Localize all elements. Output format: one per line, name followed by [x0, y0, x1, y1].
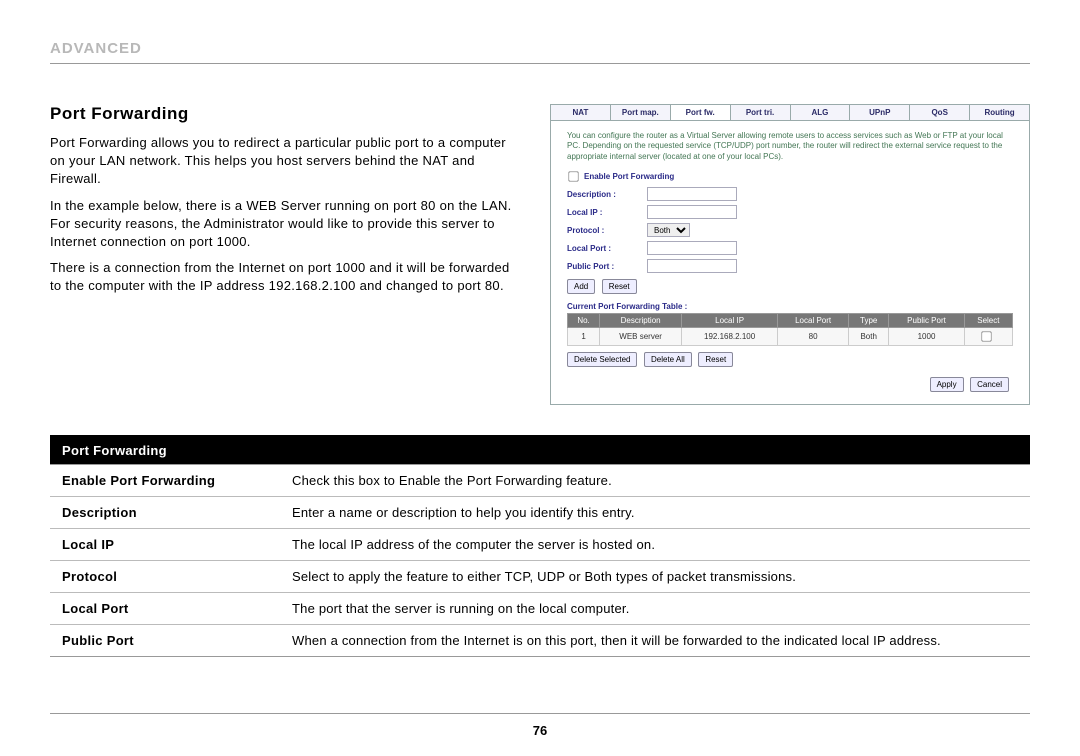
def-key: Public Port	[50, 625, 280, 656]
cell-select	[964, 328, 1012, 346]
def-key: Enable Port Forwarding	[50, 465, 280, 496]
text-column: Port Forwarding Port Forwarding allows y…	[50, 104, 520, 304]
row-select-checkbox[interactable]	[981, 331, 991, 341]
th-select: Select	[964, 314, 1012, 328]
router-intro-text: You can configure the router as a Virtua…	[567, 131, 1013, 162]
table-header-row: No. Description Local IP Local Port Type…	[568, 314, 1013, 328]
cell-local-port: 80	[778, 328, 849, 346]
delete-all-button[interactable]: Delete All	[644, 352, 692, 367]
row-description: Description :	[567, 187, 1013, 201]
content-columns: Port Forwarding Port Forwarding allows y…	[50, 104, 1030, 405]
router-tabs: NAT Port map. Port fw. Port tri. ALG UPn…	[551, 105, 1029, 121]
tab-qos[interactable]: QoS	[910, 105, 970, 120]
input-public-port[interactable]	[647, 259, 737, 273]
add-button[interactable]: Add	[567, 279, 595, 294]
def-val: Check this box to Enable the Port Forwar…	[280, 465, 1030, 496]
def-row-protocol: Protocol Select to apply the feature to …	[50, 561, 1030, 593]
paragraph-3: There is a connection from the Internet …	[50, 259, 520, 295]
label-protocol: Protocol :	[567, 226, 647, 235]
table-actions-row: Delete Selected Delete All Reset	[567, 352, 1013, 367]
cancel-button[interactable]: Cancel	[970, 377, 1009, 392]
tab-upnp[interactable]: UPnP	[850, 105, 910, 120]
th-public-port: Public Port	[889, 314, 964, 328]
row-public-port: Public Port :	[567, 259, 1013, 273]
tab-port-map[interactable]: Port map.	[611, 105, 671, 120]
def-val: Select to apply the feature to either TC…	[280, 561, 1030, 592]
definitions-table: Enable Port Forwarding Check this box to…	[50, 464, 1030, 657]
port-forwarding-table: No. Description Local IP Local Port Type…	[567, 313, 1013, 346]
table-caption: Current Port Forwarding Table :	[567, 302, 1013, 311]
def-row-local-port: Local Port The port that the server is r…	[50, 593, 1030, 625]
row-local-ip: Local IP :	[567, 205, 1013, 219]
cell-local-ip: 192.168.2.100	[682, 328, 778, 346]
input-local-ip[interactable]	[647, 205, 737, 219]
enable-port-forwarding-checkbox[interactable]	[568, 171, 578, 181]
definitions-header: Port Forwarding	[50, 435, 1030, 464]
input-local-port[interactable]	[647, 241, 737, 255]
th-type: Type	[849, 314, 889, 328]
def-val: The local IP address of the computer the…	[280, 529, 1030, 560]
paragraph-1: Port Forwarding allows you to redirect a…	[50, 134, 520, 189]
delete-selected-button[interactable]: Delete Selected	[567, 352, 637, 367]
tab-routing[interactable]: Routing	[970, 105, 1029, 120]
def-val: When a connection from the Internet is o…	[280, 625, 1030, 656]
paragraph-2: In the example below, there is a WEB Ser…	[50, 197, 520, 252]
cell-type: Both	[849, 328, 889, 346]
page-number: 76	[0, 723, 1080, 738]
th-local-port: Local Port	[778, 314, 849, 328]
body-text: Port Forwarding allows you to redirect a…	[50, 134, 520, 296]
def-row-public-port: Public Port When a connection from the I…	[50, 625, 1030, 656]
reset-table-button[interactable]: Reset	[698, 352, 733, 367]
cell-desc: WEB server	[600, 328, 682, 346]
add-reset-row: Add Reset	[567, 279, 1013, 294]
tab-alg[interactable]: ALG	[791, 105, 851, 120]
tab-port-tri[interactable]: Port tri.	[731, 105, 791, 120]
input-description[interactable]	[647, 187, 737, 201]
def-key: Local Port	[50, 593, 280, 624]
th-description: Description	[600, 314, 682, 328]
tab-port-fw[interactable]: Port fw.	[671, 105, 731, 120]
row-protocol: Protocol : Both	[567, 223, 1013, 237]
def-row-description: Description Enter a name or description …	[50, 497, 1030, 529]
def-val: The port that the server is running on t…	[280, 593, 1030, 624]
apply-button[interactable]: Apply	[930, 377, 964, 392]
section-label: ADVANCED	[50, 40, 1030, 64]
screenshot-column: NAT Port map. Port fw. Port tri. ALG UPn…	[550, 104, 1030, 405]
th-local-ip: Local IP	[682, 314, 778, 328]
select-protocol[interactable]: Both	[647, 223, 690, 237]
apply-cancel-row: Apply Cancel	[567, 377, 1013, 392]
def-row-enable: Enable Port Forwarding Check this box to…	[50, 465, 1030, 497]
label-local-port: Local Port :	[567, 244, 647, 253]
reset-button[interactable]: Reset	[602, 279, 637, 294]
label-public-port: Public Port :	[567, 262, 647, 271]
cell-no: 1	[568, 328, 600, 346]
def-key: Protocol	[50, 561, 280, 592]
table-row: 1 WEB server 192.168.2.100 80 Both 1000	[568, 328, 1013, 346]
row-local-port: Local Port :	[567, 241, 1013, 255]
cell-public-port: 1000	[889, 328, 964, 346]
label-local-ip: Local IP :	[567, 208, 647, 217]
label-description: Description :	[567, 190, 647, 199]
def-key: Local IP	[50, 529, 280, 560]
enable-port-forwarding-label: Enable Port Forwarding	[584, 172, 674, 181]
page-title: Port Forwarding	[50, 104, 520, 124]
router-ui-panel: NAT Port map. Port fw. Port tri. ALG UPn…	[550, 104, 1030, 405]
th-no: No.	[568, 314, 600, 328]
def-row-local-ip: Local IP The local IP address of the com…	[50, 529, 1030, 561]
footer-rule	[50, 713, 1030, 714]
def-key: Description	[50, 497, 280, 528]
def-val: Enter a name or description to help you …	[280, 497, 1030, 528]
router-body: You can configure the router as a Virtua…	[551, 121, 1029, 404]
tab-nat[interactable]: NAT	[551, 105, 611, 120]
enable-row: Enable Port Forwarding	[567, 170, 1013, 183]
